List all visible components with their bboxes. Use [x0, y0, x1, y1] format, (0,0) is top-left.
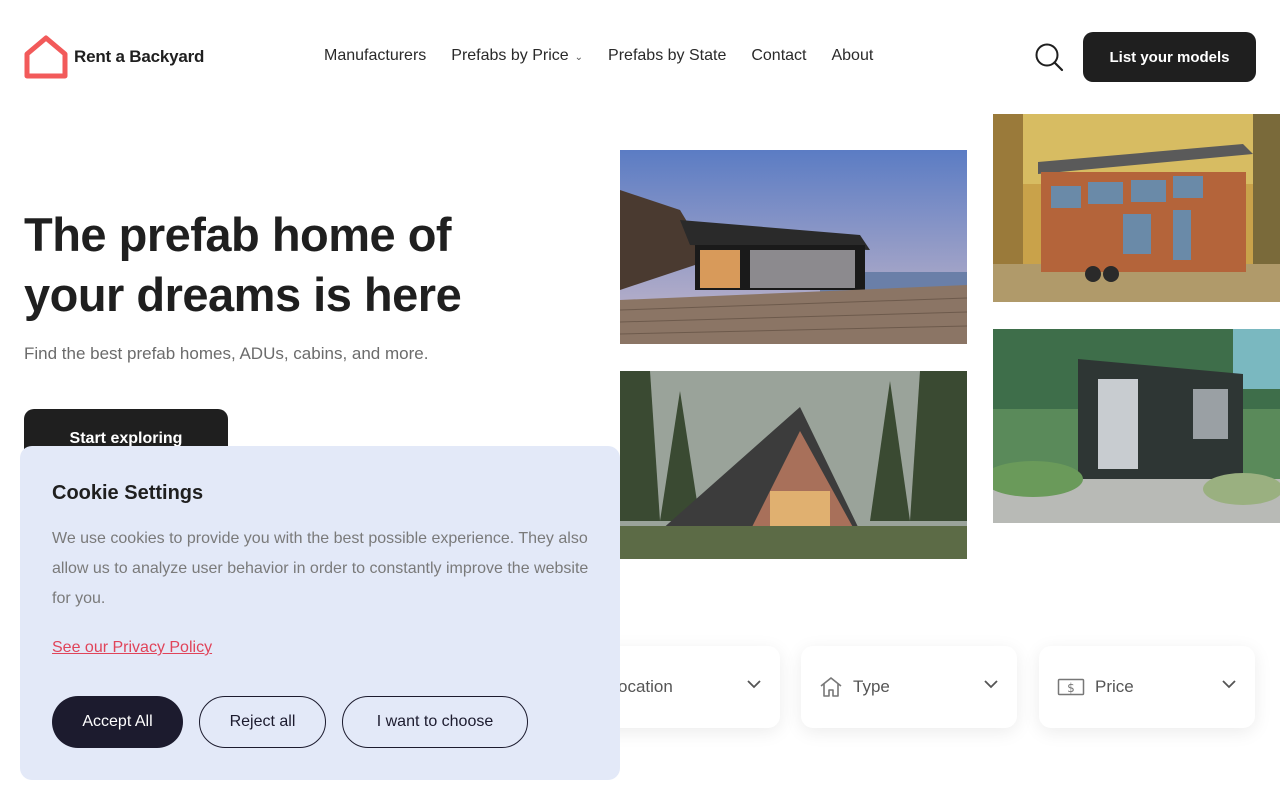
hero-title-line-1: The prefab home of: [24, 208, 452, 261]
nav-label: Manufacturers: [324, 47, 427, 64]
list-your-models-button[interactable]: List your models: [1083, 32, 1256, 82]
a-frame-cabin-image: [620, 371, 967, 559]
nav-about[interactable]: About: [831, 47, 873, 65]
nav-contact[interactable]: Contact: [751, 47, 806, 65]
nav-label: Prefabs by Price: [451, 47, 569, 64]
location-filter-label: ocation: [618, 677, 673, 696]
type-filter-label: Type: [853, 677, 890, 696]
cookie-settings-dialog: Cookie Settings We use cookies to provid…: [20, 446, 620, 780]
nav-label: Contact: [751, 47, 807, 64]
hero-title: The prefab home of your dreams is here: [24, 205, 584, 325]
cookie-description: We use cookies to provide you with the b…: [52, 530, 589, 607]
nav-label: About: [831, 47, 874, 64]
type-filter[interactable]: Type: [801, 646, 1017, 728]
nav-prefabs-by-price[interactable]: Prefabs by Price ⌄: [451, 47, 583, 65]
main-nav: Manufacturers Prefabs by Price ⌄ Prefabs…: [324, 47, 873, 65]
chevron-down-icon: [747, 680, 761, 689]
nav-manufacturers[interactable]: Manufacturers: [324, 47, 426, 65]
site-header: Rent a Backyard Manufacturers Prefabs by…: [0, 0, 1280, 114]
logo[interactable]: Rent a Backyard: [24, 34, 204, 80]
search-icon: [1035, 43, 1064, 72]
search-button[interactable]: [1034, 42, 1064, 72]
house-icon: [820, 677, 842, 697]
price-filter-label: Price: [1095, 677, 1134, 696]
chevron-down-icon: ⌄: [574, 51, 584, 63]
tiny-house-image: [993, 114, 1280, 302]
chevron-down-icon: [1222, 680, 1236, 689]
reject-all-button[interactable]: Reject all: [199, 696, 326, 748]
hero-subtitle: Find the best prefab homes, ADUs, cabins…: [24, 344, 429, 363]
chevron-down-icon: [984, 680, 998, 689]
cookie-title: Cookie Settings: [52, 482, 204, 504]
house-logo-icon: [24, 35, 68, 79]
dollar-bill-icon: $: [1057, 678, 1085, 696]
nav-label: Prefabs by State: [608, 47, 727, 64]
svg-text:$: $: [1067, 681, 1075, 695]
choose-cookies-button[interactable]: I want to choose: [342, 696, 528, 748]
brand-name: Rent a Backyard: [74, 47, 205, 66]
accept-all-button[interactable]: Accept All: [52, 696, 183, 748]
ocean-house-image: [620, 150, 967, 344]
container-home-image: [993, 329, 1280, 523]
privacy-policy-link[interactable]: See our Privacy Policy: [52, 639, 212, 657]
nav-prefabs-by-state[interactable]: Prefabs by State: [608, 47, 726, 65]
price-filter[interactable]: $ Price: [1039, 646, 1255, 728]
hero-title-line-2: your dreams is here: [24, 268, 462, 321]
